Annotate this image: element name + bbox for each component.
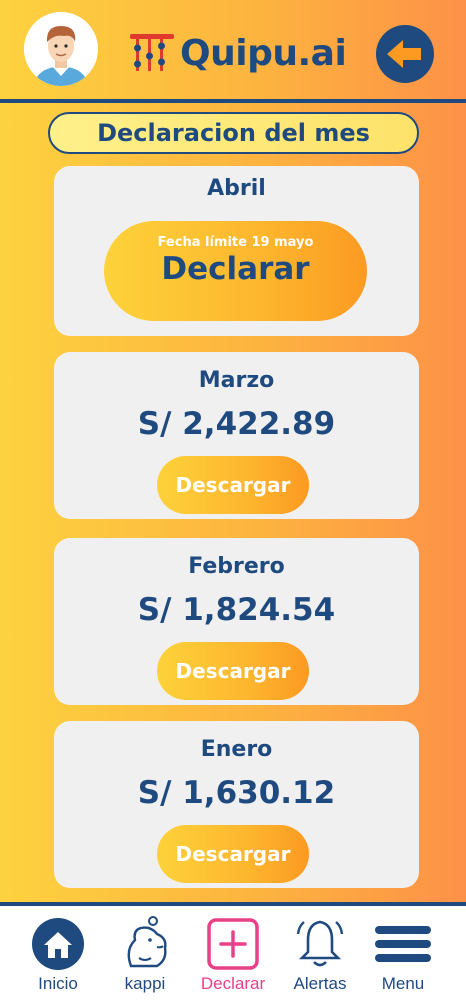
history-month-label: Febrero [188,554,285,579]
menu-icon [375,926,431,962]
history-amount: S/ 1,630.12 [137,775,336,811]
home-icon [32,918,84,970]
history-month-label: Enero [200,737,273,762]
app-logo: Quipu.ai [128,28,347,78]
current-month-label: Abril [207,176,266,201]
history-amount: S/ 2,422.89 [137,406,336,442]
download-button[interactable]: Descargar [157,642,309,700]
nav-item-declarar[interactable]: Declarar [188,906,278,1006]
nav-label: kappi [124,974,166,993]
capybara-icon [127,916,167,968]
nav-label: Inicio [38,974,78,993]
download-button[interactable]: Descargar [157,456,309,514]
app-name: Quipu.ai [180,32,347,74]
abacus-icon [130,34,174,71]
arrow-left-icon [387,40,421,68]
nav-label: Alertas [293,974,347,993]
nav-item-kappi[interactable]: kappi [100,906,190,1006]
plus-icon [207,918,259,970]
bell-icon [296,920,344,967]
nav-label: Declarar [200,974,266,993]
nav-item-inicio[interactable]: Inicio [13,906,103,1006]
declare-button[interactable]: Fecha límite 19 mayo Declarar [104,221,367,321]
app-header: Quipu.ai [0,0,466,104]
download-button[interactable]: Descargar [157,825,309,883]
deadline-label: Fecha límite 19 mayo [157,235,314,250]
history-card-marzo: Marzo S/ 2,422.89 Descargar [54,352,419,519]
bottom-navigation: Inicio kappi Declarar Alertas Menu [0,902,466,1008]
declare-button-label: Declarar [161,251,310,287]
history-card-enero: Enero S/ 1,630.12 Descargar [54,721,419,888]
nav-label: Menu [381,974,425,993]
nav-item-alertas[interactable]: Alertas [275,906,365,1006]
user-avatar[interactable] [24,12,98,86]
back-button[interactable] [376,25,434,83]
history-amount: S/ 1,824.54 [137,592,336,628]
history-month-label: Marzo [198,368,275,393]
nav-item-menu[interactable]: Menu [358,906,448,1006]
avatar-illustration [24,12,98,86]
section-title: Declaracion del mes [48,112,419,154]
current-declaration-card: Abril Fecha límite 19 mayo Declarar [54,166,419,336]
history-card-febrero: Febrero S/ 1,824.54 Descargar [54,538,419,705]
header-divider [0,99,466,103]
